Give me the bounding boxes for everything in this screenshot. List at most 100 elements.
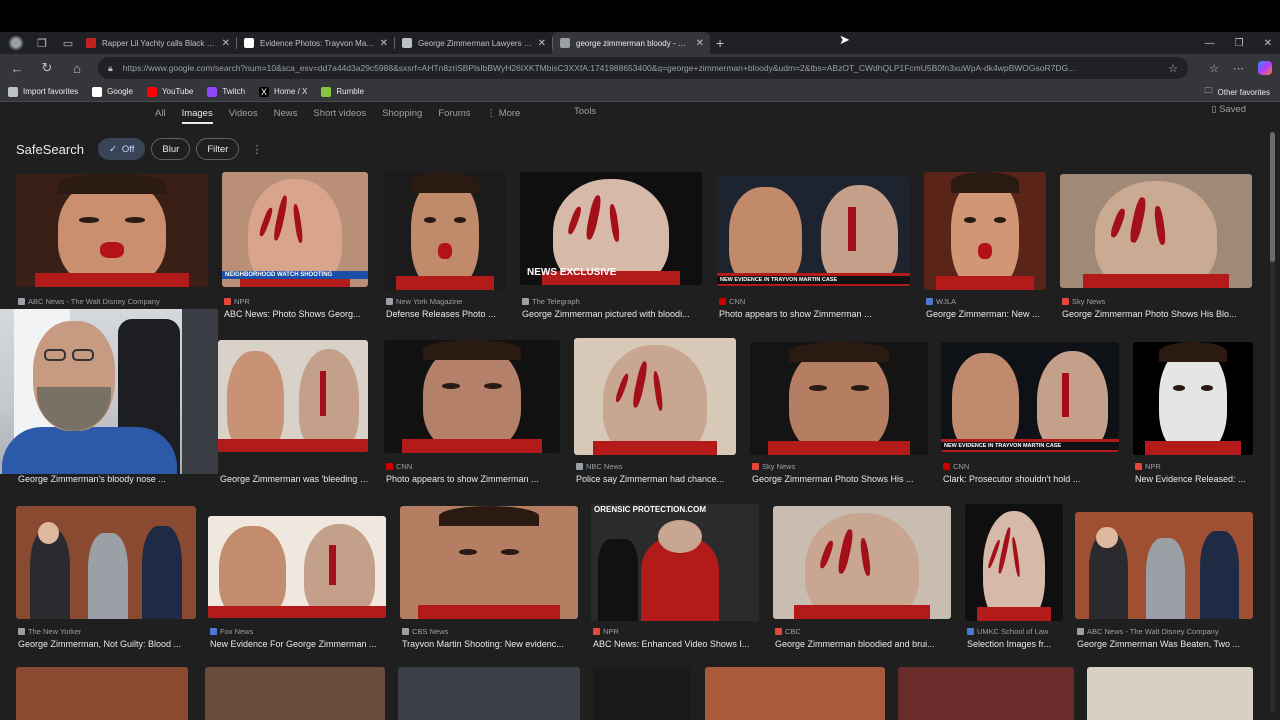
image-thumbnail[interactable]: [384, 340, 560, 453]
new-tab-icon[interactable]: +: [716, 35, 724, 51]
bookmark-icon: ▯: [1211, 104, 1220, 115]
favorites-icon[interactable]: ☆: [1209, 62, 1219, 75]
tab-forums[interactable]: Forums: [438, 104, 470, 123]
tab-videos[interactable]: Videos: [229, 104, 258, 123]
image-thumbnail[interactable]: [218, 340, 368, 452]
image-thumbnail[interactable]: [1133, 342, 1253, 455]
tab-news[interactable]: News: [274, 104, 298, 123]
bookmark-import[interactable]: Import favorites: [8, 86, 78, 97]
result-caption[interactable]: George Zimmerman pictured with bloodi...: [522, 309, 704, 319]
thumb-collar: [794, 605, 930, 619]
safesearch-off-chip[interactable]: ✓ Off: [97, 138, 146, 160]
safesearch-blur-chip[interactable]: Blur: [151, 138, 191, 160]
close-icon[interactable]: ✕: [380, 38, 388, 49]
profile-icon[interactable]: [6, 33, 26, 53]
image-thumbnail[interactable]: [398, 667, 580, 720]
tab-actions-icon[interactable]: ▭: [58, 33, 78, 53]
result-caption[interactable]: Photo appears to show Zimmerman ...: [719, 309, 912, 319]
close-icon[interactable]: ✕: [696, 38, 704, 49]
image-thumbnail[interactable]: [574, 338, 736, 455]
thumb-collar: [767, 441, 911, 455]
close-icon[interactable]: ✕: [222, 38, 230, 49]
bookmark-google[interactable]: Google: [92, 86, 133, 97]
menu-icon[interactable]: ⋯: [1233, 62, 1244, 75]
maximize-icon[interactable]: ❐: [1235, 38, 1244, 49]
tab-all[interactable]: All: [155, 104, 166, 123]
result-caption[interactable]: ABC News: Enhanced Video Shows I...: [593, 639, 761, 649]
address-bar[interactable]: 🔒︎ https://www.google.com/search?num=10&…: [98, 57, 1188, 79]
other-favorites[interactable]: 🗀︎ Other favorites: [1205, 82, 1270, 102]
image-thumbnail[interactable]: NEIGHBORHOOD WATCH SHOOTING: [222, 172, 368, 287]
result-caption[interactable]: George Zimmerman Photo Shows His ...: [752, 474, 930, 484]
image-thumbnail[interactable]: [773, 506, 951, 619]
image-thumbnail[interactable]: [750, 342, 928, 455]
back-icon[interactable]: ←: [4, 55, 30, 81]
close-icon[interactable]: ✕: [538, 38, 546, 49]
tab-short-videos[interactable]: Short videos: [313, 104, 366, 123]
result-caption[interactable]: Police say Zimmerman had chance...: [576, 474, 738, 484]
image-thumbnail[interactable]: [965, 504, 1063, 621]
source-favicon-icon: [18, 628, 25, 635]
result-caption[interactable]: George Zimmerman: New ...: [926, 309, 1076, 319]
result-caption[interactable]: George Zimmerman Photo Shows His Blo...: [1062, 309, 1254, 319]
tools-button[interactable]: Tools: [574, 106, 596, 117]
image-thumbnail[interactable]: [16, 506, 196, 619]
image-thumbnail[interactable]: NEWS EXCLUSIVE: [520, 172, 702, 285]
saved-button[interactable]: ▯ Saved: [1211, 104, 1246, 115]
image-thumbnail[interactable]: NEW EVIDENCE IN TRAYVON MARTIN CASE: [941, 342, 1119, 452]
result-caption[interactable]: Trayvon Martin Shooting: New evidenc...: [402, 639, 580, 649]
more-vert-icon[interactable]: ⋮: [251, 143, 262, 156]
browser-tab[interactable]: Evidence Photos: Trayvon Martin ✕: [236, 32, 394, 54]
home-icon[interactable]: ⌂: [64, 55, 90, 81]
copilot-icon[interactable]: [1258, 61, 1272, 75]
bookmark-x[interactable]: X Home / X: [259, 86, 307, 97]
image-thumbnail[interactable]: [16, 667, 188, 720]
result-caption[interactable]: Photo appears to show Zimmerman ...: [386, 474, 562, 484]
image-thumbnail[interactable]: [898, 667, 1074, 720]
image-thumbnail[interactable]: [16, 174, 208, 287]
bookmark-twitch[interactable]: Twitch: [207, 86, 245, 97]
browser-tab-active[interactable]: george zimmerman bloody - Goo ✕: [552, 32, 710, 54]
result-caption[interactable]: George Zimmerman was 'bleeding fro...: [220, 474, 370, 484]
image-thumbnail[interactable]: [1087, 667, 1253, 720]
bookmark-rumble[interactable]: Rumble: [321, 86, 364, 97]
scrollbar-thumb[interactable]: [1270, 132, 1275, 262]
tab-more[interactable]: ⋮ More: [487, 104, 521, 123]
image-thumbnail[interactable]: [705, 667, 885, 720]
close-window-icon[interactable]: ✕: [1264, 38, 1272, 49]
result-source: Sky News: [752, 462, 795, 471]
image-thumbnail[interactable]: [1075, 512, 1253, 619]
result-caption[interactable]: George Zimmerman's bloody nose ...: [18, 474, 168, 484]
minimize-icon[interactable]: —: [1205, 38, 1215, 49]
tab-shopping[interactable]: Shopping: [382, 104, 422, 123]
workspaces-icon[interactable]: ❐: [32, 33, 52, 53]
image-thumbnail[interactable]: [208, 516, 386, 618]
image-thumbnail[interactable]: [400, 506, 578, 619]
result-caption[interactable]: George Zimmerman Was Beaten, Two ...: [1077, 639, 1255, 649]
thumb-hair: [1159, 342, 1227, 363]
browser-tab[interactable]: George Zimmerman Lawyers Say ✕: [394, 32, 552, 54]
bookmark-youtube[interactable]: YouTube: [146, 86, 193, 97]
image-thumbnail[interactable]: ORENSIC PROTECTION.COM: [591, 504, 759, 621]
image-thumbnail[interactable]: [205, 667, 385, 720]
result-caption[interactable]: George Zimmerman, Not Guilty: Blood ...: [18, 639, 198, 649]
star-icon[interactable]: ☆: [1168, 62, 1178, 75]
result-caption[interactable]: New Evidence For George Zimmerman ...: [210, 639, 388, 649]
image-thumbnail[interactable]: [1060, 174, 1252, 288]
safesearch-filter-chip[interactable]: Filter: [196, 138, 240, 160]
tab-images[interactable]: Images: [181, 104, 213, 124]
result-caption[interactable]: New Evidence Released: ...: [1135, 474, 1280, 484]
result-caption[interactable]: Clark: Prosecutor shouldn't hold ...: [943, 474, 1121, 484]
result-caption[interactable]: Defense Releases Photo ...: [386, 309, 536, 319]
thumb-eye: [501, 548, 520, 555]
reload-icon[interactable]: ↻: [34, 55, 60, 81]
tab-favicon: [244, 38, 254, 48]
image-thumbnail[interactable]: [924, 172, 1046, 290]
lock-icon[interactable]: 🔒︎: [108, 63, 113, 74]
browser-tab[interactable]: Rapper Lil Yachty calls Black Lives ✕: [78, 32, 236, 54]
result-caption[interactable]: ABC News: Photo Shows Georg...: [224, 309, 374, 319]
image-thumbnail[interactable]: [593, 667, 691, 720]
result-caption[interactable]: George Zimmerman bloodied and brui...: [775, 639, 953, 649]
image-thumbnail[interactable]: [384, 172, 506, 290]
image-thumbnail[interactable]: NEW EVIDENCE IN TRAYVON MARTIN CASE: [717, 176, 910, 286]
